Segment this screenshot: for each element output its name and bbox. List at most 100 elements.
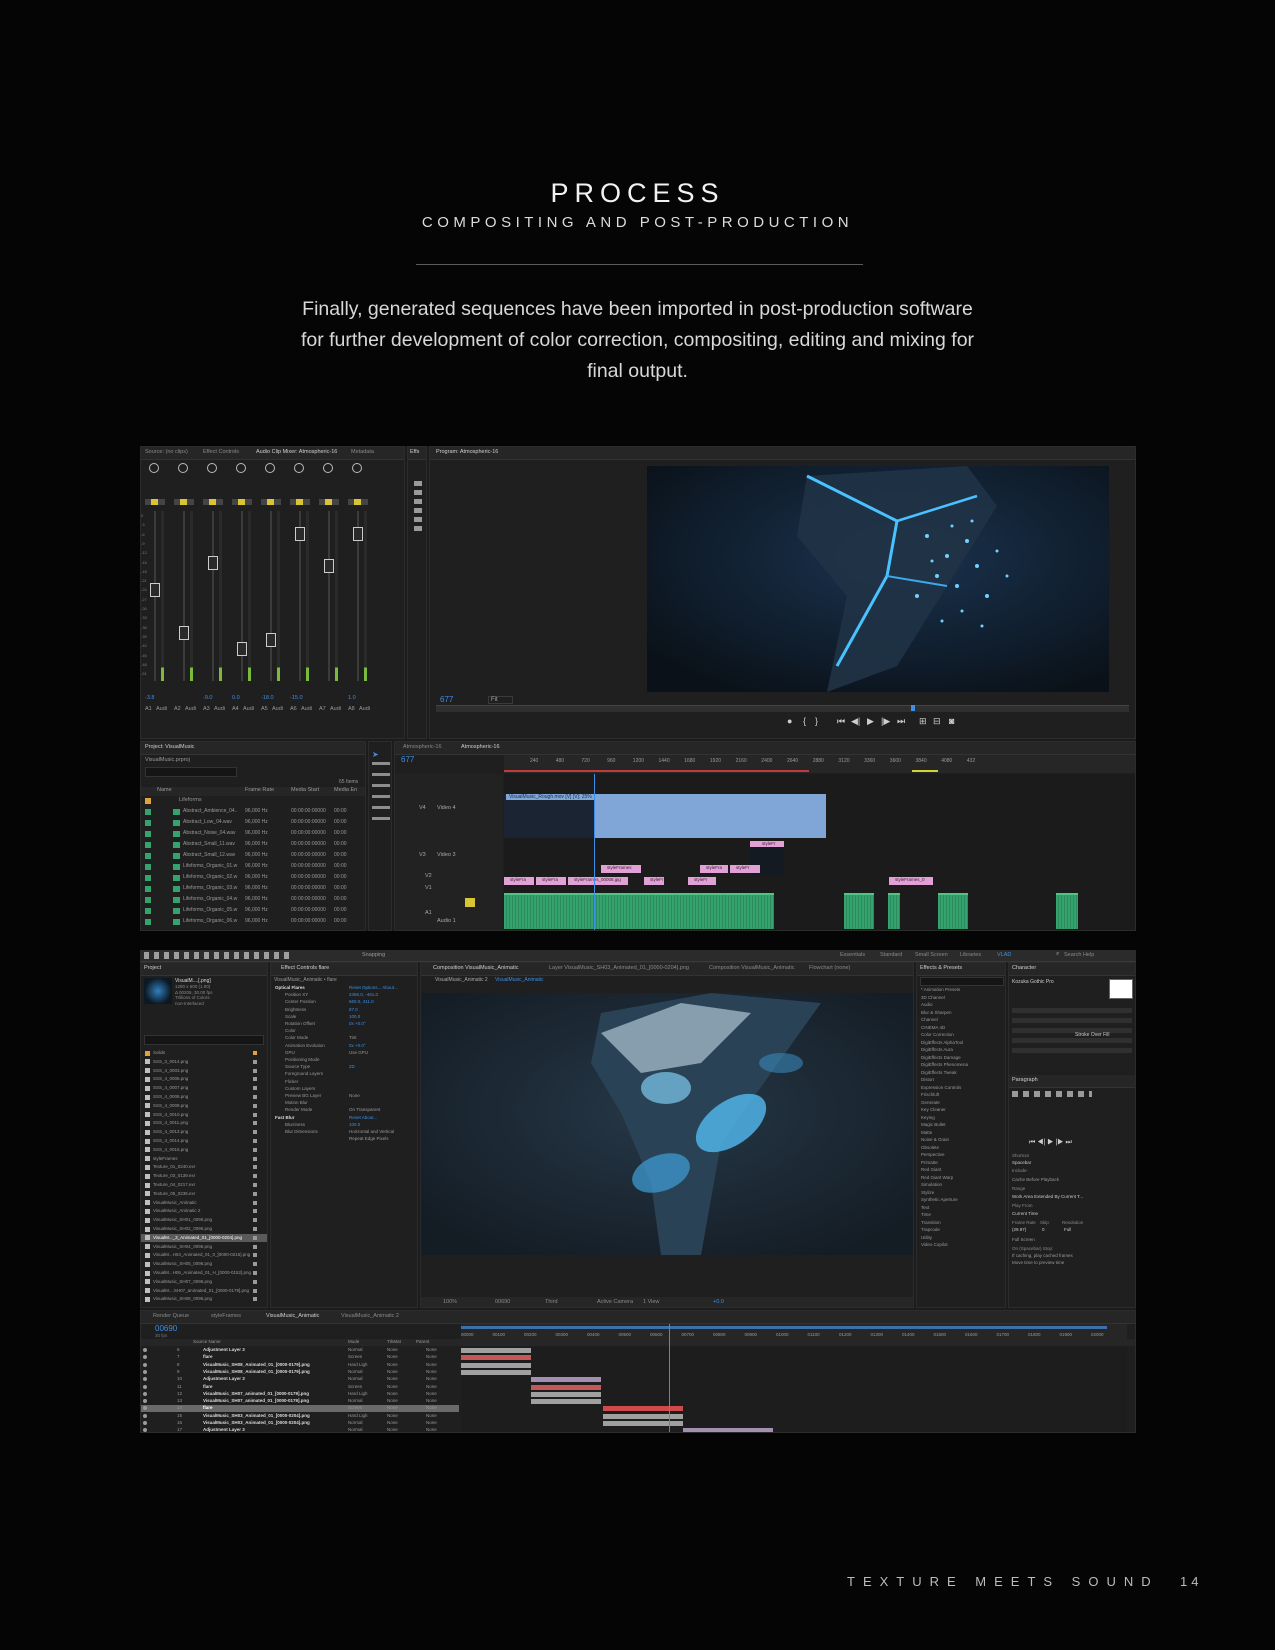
- layer-row[interactable]: 13 VisualMusic_SH07_animated_01_[0000-017…: [141, 1398, 459, 1405]
- workspace-vlad[interactable]: VLAD: [997, 952, 1011, 958]
- mute-solo-buttons[interactable]: [232, 499, 252, 505]
- time-ruler[interactable]: 240 480 720 960 1200 1440 1680 1920 2160 2400 2640…: [504, 755, 1135, 773]
- layer-trkmat[interactable]: None: [387, 1398, 398, 1403]
- tab-effect-controls[interactable]: Effect Controls: [203, 449, 239, 455]
- column-header[interactable]: Name: [157, 787, 172, 793]
- property-value[interactable]: 2456.0, -461.0: [349, 992, 378, 997]
- layer-name[interactable]: VisualMusic_SH03_Animated_01_[0000-0204]…: [203, 1420, 310, 1425]
- pan-knob-icon[interactable]: [149, 463, 159, 473]
- layer-mode[interactable]: Hard Ligh: [348, 1391, 368, 1396]
- effect-row[interactable]: Color Mode Tint: [271, 1035, 417, 1042]
- play-icon[interactable]: ▶: [867, 717, 874, 726]
- property-value[interactable]: None: [349, 1093, 360, 1098]
- project-item-row[interactable]: SSS_4_0014.png: [141, 1137, 267, 1145]
- project-item-row[interactable]: SSS_4_0008.png: [141, 1093, 267, 1101]
- layer-parent[interactable]: None: [426, 1347, 437, 1352]
- effect-row[interactable]: GPU Use GPU: [271, 1050, 417, 1057]
- effects-category[interactable]: Primatte: [921, 1160, 938, 1165]
- v1-clip[interactable]: styleFr: [688, 877, 716, 885]
- preview-full-screen[interactable]: Full Screen: [1012, 1237, 1035, 1242]
- marker-icon[interactable]: ●: [787, 717, 792, 726]
- effects-category[interactable]: Expression Controls: [921, 1085, 961, 1090]
- layer-parent[interactable]: None: [426, 1369, 437, 1374]
- go-to-in-icon[interactable]: ⏮: [837, 717, 845, 726]
- mixer-value[interactable]: -15.0: [290, 695, 303, 701]
- project-item-row[interactable]: Abstract_Small_12.wav 96,000 Hz 00:00:00:0…: [141, 852, 365, 861]
- tab-composition-2[interactable]: Composition VisualMusic_Animatic: [709, 965, 795, 971]
- column-header[interactable]: Mode: [348, 1339, 359, 1344]
- pan-knob-icon[interactable]: [294, 463, 304, 473]
- mixer-value[interactable]: 1.0: [348, 695, 356, 701]
- property-value[interactable]: Reset About...: [349, 1115, 377, 1120]
- work-area-bar[interactable]: [461, 1326, 1107, 1329]
- layer-duration-bar[interactable]: [603, 1421, 683, 1426]
- effects-category[interactable]: Red Giant: [921, 1167, 941, 1172]
- project-item-row[interactable]: Lifeforms_Organic_05.w 96,000 Hz 00:00:00:…: [141, 907, 365, 916]
- project-item-row[interactable]: Abstract_Ambience_04.. 96,000 Hz 00:00:00:…: [141, 808, 365, 817]
- workspace-libraries[interactable]: Libraries: [960, 952, 981, 958]
- project-item-row[interactable]: SSS_4_0007.png: [141, 1084, 267, 1092]
- effects-category[interactable]: * Animation Presets: [921, 987, 960, 992]
- v1-clip[interactable]: styleFra: [536, 877, 566, 885]
- playhead-marker[interactable]: [911, 705, 915, 711]
- effect-row[interactable]: Blurriness 100.0: [271, 1122, 417, 1129]
- audio-clip[interactable]: [888, 893, 900, 929]
- effect-row[interactable]: Foreground Layers: [271, 1071, 417, 1078]
- property-value[interactable]: Horizontal and Vertical: [349, 1129, 394, 1134]
- effects-search-input[interactable]: [920, 977, 1004, 986]
- tab-layer[interactable]: Layer VisualMusic_SH03_Animated_01_[0000…: [549, 965, 689, 971]
- visibility-eye-icon[interactable]: [143, 1399, 147, 1404]
- column-header[interactable]: Frame Rate: [245, 787, 274, 793]
- column-header[interactable]: Media Start: [291, 787, 319, 793]
- effect-row[interactable]: Color: [271, 1028, 417, 1035]
- effect-row[interactable]: Brightness 87.0: [271, 1007, 417, 1014]
- layer-duration-bar[interactable]: [461, 1369, 531, 1375]
- layer-parent[interactable]: None: [426, 1413, 437, 1418]
- fader-handle[interactable]: [150, 583, 160, 597]
- layer-duration-bar[interactable]: [603, 1406, 683, 1412]
- project-item-row[interactable]: VisualMusic_SH08_0096.png: [141, 1295, 267, 1303]
- project-item-row[interactable]: Lifeforms_Organic_04.w 96,000 Hz 00:00:00:…: [141, 896, 365, 905]
- effect-row[interactable]: Fast Blur Reset About...: [271, 1115, 417, 1122]
- ae-playhead[interactable]: [669, 1324, 670, 1432]
- preview-resolution[interactable]: Full: [1064, 1227, 1071, 1232]
- project-item-row[interactable]: Texture_03_0139.exr: [141, 1172, 267, 1180]
- layer-row[interactable]: 12 VisualMusic_SH07_animated_01_[0000-017…: [141, 1391, 459, 1398]
- layer-name[interactable]: flare: [203, 1405, 213, 1410]
- property-value[interactable]: Use GPU: [349, 1050, 368, 1055]
- timeline-timecode[interactable]: 677: [401, 755, 414, 764]
- visibility-eye-icon[interactable]: [143, 1384, 147, 1389]
- fader-handle[interactable]: [208, 555, 218, 570]
- property-value[interactable]: 0x +0.0°: [349, 1043, 366, 1048]
- v2-clip[interactable]: styleFr: [730, 865, 760, 873]
- effects-category[interactable]: Red Giant Warp: [921, 1175, 953, 1180]
- resolution-select[interactable]: Third: [545, 1299, 558, 1305]
- project-item-row[interactable]: Texture_04_0217.exr: [141, 1181, 267, 1189]
- layer-mode[interactable]: Normal: [348, 1427, 363, 1432]
- layer-mode[interactable]: Hard Ligh: [348, 1362, 368, 1367]
- visibility-eye-icon[interactable]: [143, 1421, 147, 1425]
- fader-handle[interactable]: [179, 626, 189, 641]
- project-item-row[interactable]: Solids: [141, 1049, 267, 1057]
- layer-mode[interactable]: Normal: [348, 1376, 363, 1381]
- layer-name[interactable]: VisualMusic_SH07_animated_01_[0000-0179]…: [203, 1398, 309, 1403]
- mixer-value[interactable]: 0.0: [232, 695, 240, 701]
- workspace-small-screen[interactable]: Small Screen: [915, 952, 948, 958]
- project-item-row[interactable]: Texture_01_0240.exr: [141, 1163, 267, 1171]
- effects-category[interactable]: Synthetic Aperture: [921, 1197, 958, 1202]
- layer-row[interactable]: 9 VisualMusic_SH08_Animated_01_[0000-0179…: [141, 1369, 459, 1376]
- layer-row[interactable]: 16 VisualMusic_SH03_Animated_01_[0000-020…: [141, 1420, 459, 1427]
- mute-solo-buttons[interactable]: [203, 499, 223, 505]
- project-item-row[interactable]: Abstract_Low_04.wav 96,000 Hz 00:00:00:000…: [141, 819, 365, 828]
- effects-category[interactable]: Utility: [921, 1235, 932, 1240]
- tab-sequence-active[interactable]: Atmospheric-16: [461, 744, 500, 750]
- layer-trkmat[interactable]: None: [387, 1347, 398, 1352]
- column-header[interactable]: Media En: [334, 787, 357, 793]
- visibility-eye-icon[interactable]: [143, 1355, 147, 1360]
- project-item-row[interactable]: VisualMusic_Animatic 2: [141, 1207, 267, 1215]
- tab-project[interactable]: Project: VisualMusic: [145, 744, 194, 750]
- stroke-mode-select[interactable]: Stroke Over Fill: [1075, 1032, 1109, 1038]
- property-value[interactable]: Repeat Edge Pixels: [349, 1136, 389, 1141]
- layer-name[interactable]: Adjustment Layer 3: [203, 1427, 245, 1432]
- effect-row[interactable]: Optical Flares Reset Options... About...: [271, 985, 417, 992]
